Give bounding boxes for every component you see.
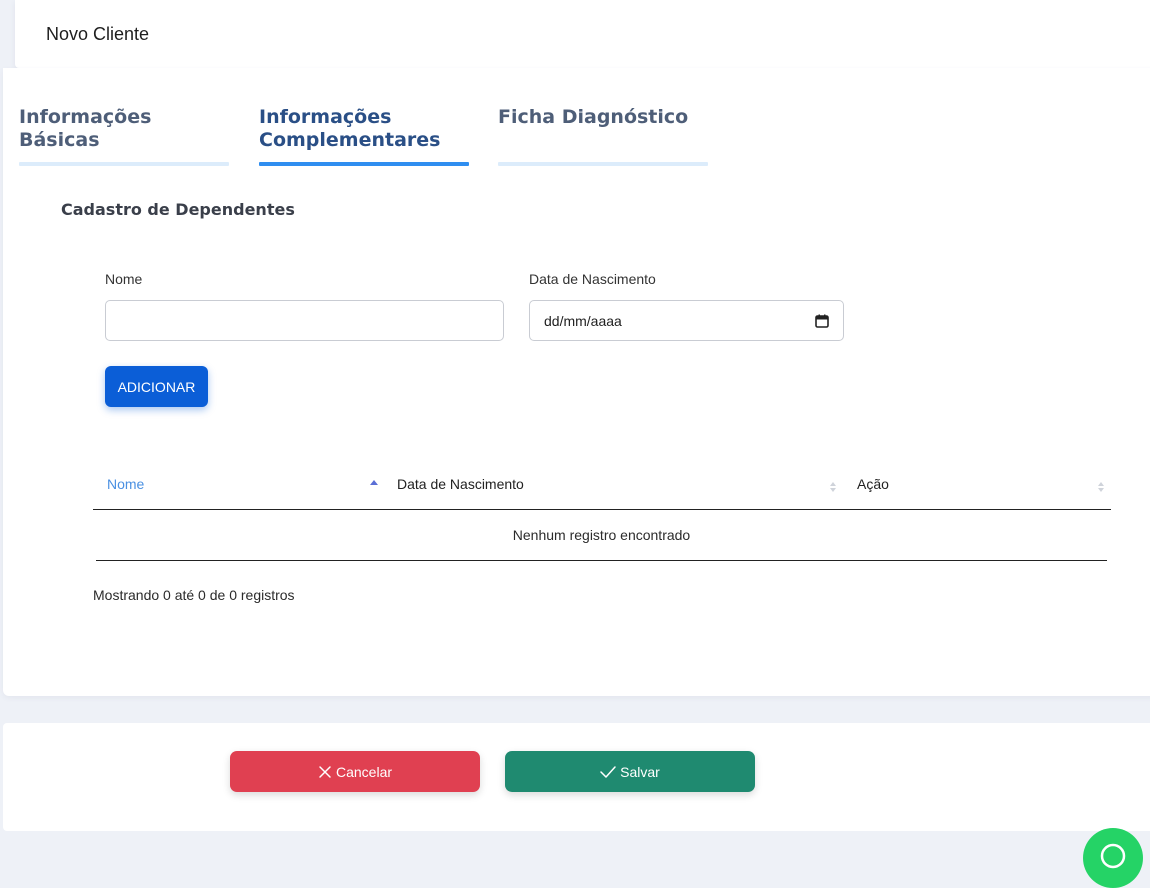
- tab-informacoes-complementares[interactable]: Informações Complementares: [259, 106, 469, 152]
- tab-underline: [498, 162, 708, 166]
- table-info: Mostrando 0 até 0 de 0 registros: [93, 587, 295, 603]
- sort-both-icon[interactable]: [1096, 480, 1106, 494]
- save-label: Salvar: [620, 763, 660, 780]
- main-card: Informações Básicas Informações Compleme…: [3, 68, 1150, 696]
- add-button[interactable]: ADICIONAR: [105, 366, 208, 407]
- birth-date-input[interactable]: dd/mm/aaaa: [529, 300, 844, 341]
- whatsapp-icon: [1099, 842, 1127, 875]
- close-icon: [318, 765, 332, 779]
- column-header-acao[interactable]: Ação: [857, 476, 889, 492]
- footer-card: Cancelar Salvar: [3, 723, 1150, 831]
- sort-both-icon[interactable]: [828, 480, 838, 494]
- tab-informacoes-basicas[interactable]: Informações Básicas: [19, 106, 229, 152]
- tab-underline: [19, 162, 229, 166]
- check-icon: [600, 765, 616, 779]
- page-title: Novo Cliente: [46, 24, 150, 44]
- cancel-button[interactable]: Cancelar: [230, 751, 480, 792]
- calendar-icon[interactable]: [815, 314, 829, 328]
- name-input[interactable]: [105, 300, 504, 341]
- header-card: Novo Cliente: [15, 0, 1150, 68]
- table-empty-row: Nenhum registro encontrado: [96, 510, 1107, 561]
- table-header: Nome Data de Nascimento Ação: [93, 466, 1111, 510]
- column-header-data-nascimento[interactable]: Data de Nascimento: [397, 476, 524, 492]
- empty-message: Nenhum registro encontrado: [512, 527, 691, 543]
- birth-date-label: Data de Nascimento: [529, 271, 656, 287]
- save-button[interactable]: Salvar: [505, 751, 755, 792]
- name-label: Nome: [105, 271, 143, 287]
- tab-ficha-diagnostico[interactable]: Ficha Diagnóstico: [498, 106, 708, 129]
- cancel-label: Cancelar: [335, 763, 393, 780]
- whatsapp-chat-button[interactable]: [1083, 828, 1143, 888]
- birth-date-placeholder: dd/mm/aaaa: [544, 312, 622, 329]
- column-header-nome[interactable]: Nome: [107, 476, 144, 492]
- section-title: Cadastro de Dependentes: [61, 200, 295, 219]
- sort-asc-icon[interactable]: [369, 478, 379, 492]
- tab-underline-active: [259, 162, 469, 166]
